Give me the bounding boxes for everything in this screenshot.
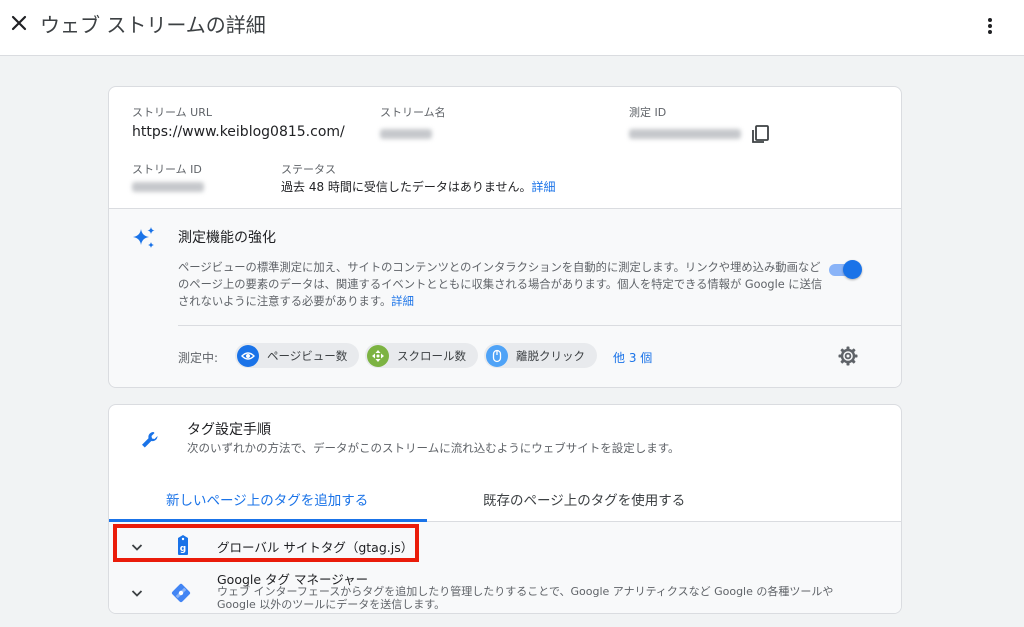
enhanced-details-link[interactable]: 詳細: [391, 295, 414, 308]
copy-icon[interactable]: [749, 123, 771, 145]
chip-label: スクロール数: [397, 348, 466, 363]
scroll-icon: [367, 344, 389, 367]
chip-outbound-clicks: 離脱クリック: [484, 343, 597, 368]
enhanced-description-text: ページビューの標準測定に加え、サイトのコンテンツとのインタラクションを自動的に測…: [178, 261, 823, 308]
tagging-instructions-card: タグ設定手順 次のいずれかの方法で、データがこのストリームに流れ込むようにウェブ…: [108, 404, 902, 614]
status-text: 過去 48 時間に受信したデータはありません。詳細: [281, 178, 556, 195]
enhanced-divider: [178, 325, 901, 326]
stream-name-label: ストリーム名: [380, 106, 446, 119]
highlight-box: [113, 524, 419, 562]
tab-use-existing-tag[interactable]: 既存のページ上のタグを使用する: [483, 489, 685, 509]
stream-name-value-redacted: [380, 129, 432, 139]
gear-icon[interactable]: [837, 345, 859, 367]
top-bar: ウェブ ストリームの詳細: [0, 0, 1024, 56]
measuring-label: 測定中:: [178, 351, 219, 365]
stream-url-value: https://www.keiblog0815.com/: [132, 124, 345, 140]
toggle-knob: [843, 260, 862, 279]
chip-label: ページビュー数: [267, 348, 348, 363]
enhanced-measurement-title: 測定機能の強化: [178, 230, 276, 246]
tab-add-new-tag[interactable]: 新しいページ上のタグを追加する: [166, 489, 368, 509]
chevron-down-icon[interactable]: [129, 585, 145, 601]
more-events-link[interactable]: 他 3 個: [613, 349, 652, 366]
stream-url-label: ストリーム URL: [132, 106, 212, 119]
enhanced-measurement-toggle[interactable]: [827, 259, 863, 279]
stream-details-card: ストリーム URL https://www.keiblog0815.com/ ス…: [108, 86, 902, 388]
status-message: 過去 48 時間に受信したデータはありません。: [281, 180, 532, 194]
stream-id-value-redacted: [132, 182, 204, 192]
page-title: ウェブ ストリームの詳細: [40, 13, 266, 37]
gtm-icon: [169, 581, 193, 605]
enhanced-measurement-section: 測定機能の強化 ページビューの標準測定に加え、サイトのコンテンツとのインタラクシ…: [109, 209, 901, 387]
measurement-id-label: 測定 ID: [629, 106, 667, 119]
eye-icon: [237, 344, 259, 367]
chip-label: 離脱クリック: [516, 348, 585, 363]
status-details-link[interactable]: 詳細: [532, 180, 556, 194]
tagging-description: 次のいずれかの方法で、データがこのストリームに流れ込むようにウェブサイトを設定し…: [187, 441, 680, 455]
mouse-icon: [486, 344, 508, 367]
close-icon[interactable]: [8, 12, 30, 34]
enhanced-measurement-description: ページビューの標準測定に加え、サイトのコンテンツとのインタラクションを自動的に測…: [178, 259, 828, 310]
chip-page-views: ページビュー数: [235, 343, 360, 368]
sparkle-icon: [131, 225, 157, 251]
status-label: ステータス: [281, 163, 336, 176]
chip-scrolls: スクロール数: [365, 343, 478, 368]
tagging-title: タグ設定手順: [187, 422, 271, 438]
tag-manager-row-description: ウェブ インターフェースからタグを追加したり管理したりすることで、Google …: [217, 585, 834, 611]
more-vert-icon[interactable]: [980, 14, 1000, 38]
measurement-id-value-redacted: [629, 129, 741, 139]
wrench-icon: [139, 429, 163, 453]
stream-id-label: ストリーム ID: [132, 163, 202, 176]
